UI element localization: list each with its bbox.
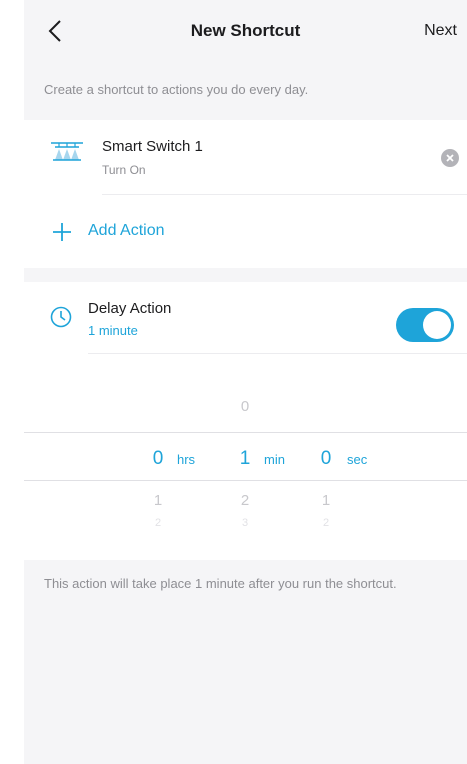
picker-minutes-unit: min [264,452,285,467]
device-action: Turn On [102,163,146,177]
plus-icon [53,223,71,241]
picker-hours-below2: 2 [154,517,162,529]
delay-card: Delay Action 1 minute 0 0 hrs 1 min 0 se… [24,282,467,560]
device-name: Smart Switch 1 [102,138,203,155]
page-title: New Shortcut [190,21,301,40]
add-action-label: Add Action [88,222,165,239]
delay-picker[interactable]: 0 0 hrs 1 min 0 sec 1 2 1 2 3 2 [24,374,467,560]
light-switch-icon [51,142,83,161]
clock-icon [50,306,72,328]
remove-action-button[interactable] [441,149,459,167]
picker-seconds-below: 1 [321,492,331,509]
back-button[interactable] [46,18,68,44]
divider [88,353,467,354]
delay-value: 1 minute [88,323,138,338]
action-row[interactable]: Smart Switch 1 Turn On [24,120,467,194]
page-subtitle: Create a shortcut to actions you do ever… [44,82,309,97]
picker-top-line [24,432,467,433]
picker-hours-unit: hrs [177,452,196,467]
picker-seconds-value[interactable]: 0 [314,448,338,470]
delay-footnote: This action will take place 1 minute aft… [44,576,397,591]
app-screen: New Shortcut Next Create a shortcut to a… [24,0,467,764]
next-button[interactable]: Next [424,22,457,40]
delay-title: Delay Action [88,300,172,317]
picker-minutes-above: 0 [240,398,250,415]
picker-seconds-below2: 2 [322,517,330,529]
delay-toggle[interactable] [396,308,454,342]
header-bar: New Shortcut Next [24,0,467,62]
toggle-knob [423,311,451,339]
picker-minutes-below: 2 [240,492,250,509]
picker-minutes-below2: 3 [241,517,249,529]
picker-bottom-line [24,480,467,481]
picker-minutes-value[interactable]: 1 [233,448,257,470]
actions-card: Smart Switch 1 Turn On Add Action [24,120,467,268]
divider [102,194,467,195]
close-icon [446,154,454,162]
picker-hours-value[interactable]: 0 [146,448,170,470]
chevron-left-icon [48,20,61,42]
left-gutter [0,0,24,764]
add-action-button[interactable]: Add Action [24,212,467,252]
picker-seconds-unit: sec [347,452,368,467]
picker-hours-below: 1 [153,492,163,509]
